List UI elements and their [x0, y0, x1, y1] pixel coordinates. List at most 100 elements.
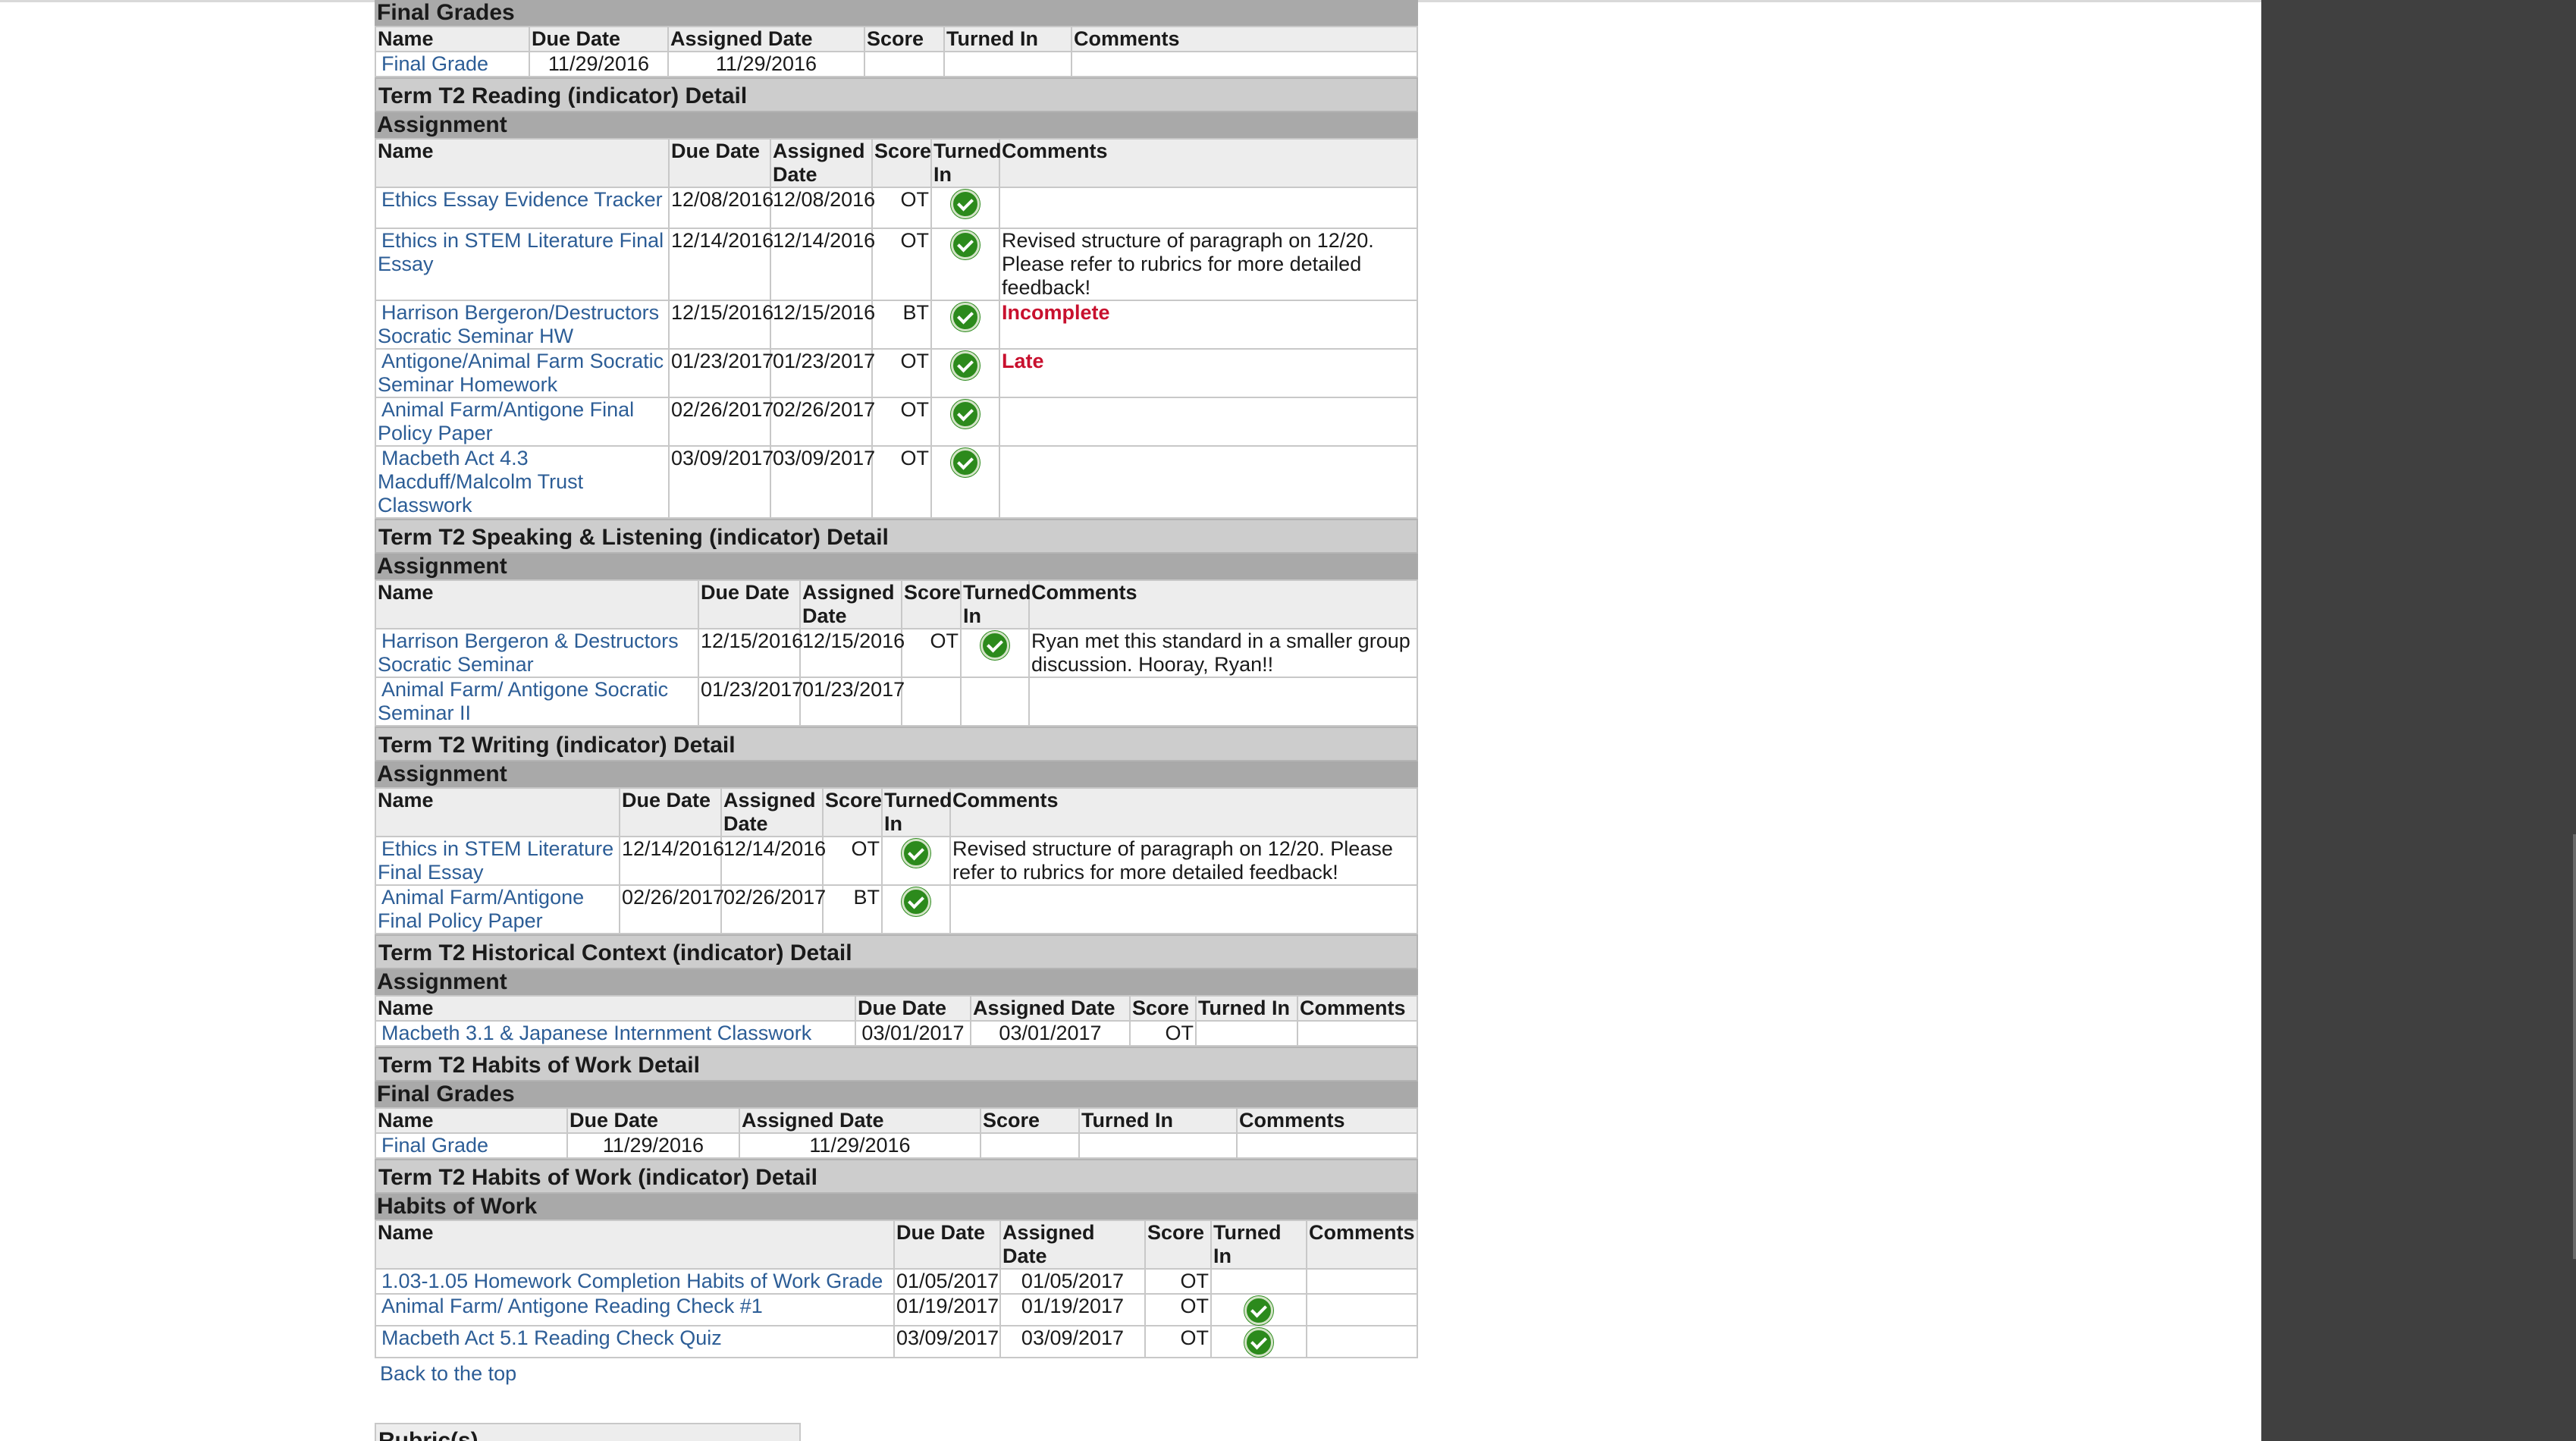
- col-name: Name: [375, 787, 620, 837]
- score: OT: [871, 348, 932, 398]
- table-header-row: Name Due Date Assigned Date Score Turned…: [375, 1107, 1418, 1134]
- comment: [1236, 1132, 1418, 1159]
- table-row: Macbeth 3.1 & Japanese Internment Classw…: [375, 1020, 1418, 1047]
- assigned-date: 11/29/2016: [739, 1132, 981, 1159]
- table-row: 1.03-1.05 Homework Completion Habits of …: [375, 1268, 1418, 1295]
- turned-in: [881, 836, 951, 886]
- due-date: 12/08/2016: [668, 187, 773, 229]
- col-name: Name: [375, 995, 856, 1022]
- assignment-link[interactable]: Harrison Bergeron & Destructors Socratic…: [378, 629, 679, 676]
- due-date: 02/26/2017: [668, 397, 773, 447]
- assigned-date: 11/29/2016: [667, 51, 865, 77]
- col-score: Score: [864, 26, 945, 52]
- col-assigned-date: Assigned Date: [999, 1220, 1146, 1270]
- col-comments: Comments: [1071, 26, 1418, 52]
- due-date: 01/05/2017: [893, 1268, 1001, 1295]
- score: OT: [871, 397, 932, 447]
- due-date: 02/26/2017: [619, 884, 724, 934]
- section-header-writing: Term T2 Writing (indicator) Detail: [375, 727, 1418, 761]
- reading-table: Name Due Date Assigned Date Score Turned…: [375, 138, 1418, 519]
- turned-in: [1210, 1325, 1307, 1358]
- col-assigned-date: Assigned Date: [720, 787, 824, 837]
- assignment-link[interactable]: Final Grade: [378, 52, 488, 75]
- turned-in: [1078, 1132, 1238, 1159]
- assignment-link[interactable]: Animal Farm/Antigone Final Policy Paper: [378, 886, 584, 932]
- assignment-link[interactable]: Ethics in STEM Literature Final Essay: [378, 229, 664, 275]
- assigned-date: 12/14/2016: [720, 836, 826, 886]
- assignment-link[interactable]: Harrison Bergeron/Destructors Socratic S…: [378, 301, 659, 347]
- turned-in: [1195, 1020, 1298, 1047]
- comment: [1306, 1268, 1418, 1295]
- col-due-date: Due Date: [855, 995, 971, 1022]
- assignment-link[interactable]: Final Grade: [378, 1134, 488, 1157]
- comment: [1028, 677, 1418, 727]
- group-header-assignment: Assignment: [375, 554, 1418, 579]
- comment: [1306, 1325, 1418, 1358]
- turned-in: [930, 187, 1000, 229]
- col-name: Name: [375, 1107, 568, 1134]
- assigned-date: 12/08/2016: [770, 187, 875, 229]
- assigned-date: 03/09/2017: [999, 1325, 1146, 1358]
- comment: Ryan met this standard in a smaller grou…: [1028, 628, 1418, 678]
- section-header-historical-context: Term T2 Historical Context (indicator) D…: [375, 934, 1418, 969]
- check-icon: [951, 190, 980, 218]
- assigned-date: 12/14/2016: [770, 228, 875, 301]
- assignment-link[interactable]: Animal Farm/Antigone Final Policy Paper: [378, 398, 634, 444]
- turned-in: [943, 51, 1072, 77]
- assigned-date: 12/15/2016: [770, 300, 875, 350]
- table-row: Animal Farm/Antigone Final Policy Paper …: [375, 397, 1418, 447]
- comment-flag: Incomplete: [999, 300, 1418, 350]
- comment-flag: Late: [999, 348, 1418, 398]
- group-header-assignment: Assignment: [375, 969, 1418, 995]
- check-icon: [981, 631, 1009, 660]
- table-row: Harrison Bergeron/Destructors Socratic S…: [375, 300, 1418, 350]
- section-header-speaking-listening: Term T2 Speaking & Listening (indicator)…: [375, 519, 1418, 554]
- due-date: 03/01/2017: [855, 1020, 971, 1047]
- col-turned-in: Turned In: [1195, 995, 1298, 1022]
- check-icon: [902, 887, 930, 916]
- assignment-link[interactable]: Animal Farm/ Antigone Reading Check #1: [378, 1295, 763, 1317]
- comment: [999, 445, 1418, 519]
- speaking-table: Name Due Date Assigned Date Score Turned…: [375, 579, 1418, 727]
- col-due-date: Due Date: [893, 1220, 1001, 1270]
- assignment-link[interactable]: Macbeth Act 4.3 Macduff/Malcolm Trust Cl…: [378, 447, 583, 516]
- table-row: Macbeth Act 5.1 Reading Check Quiz 03/09…: [375, 1325, 1418, 1358]
- col-score: Score: [1129, 995, 1197, 1022]
- check-icon: [951, 303, 980, 331]
- score: OT: [871, 187, 932, 229]
- score: OT: [1144, 1325, 1212, 1358]
- turned-in: [930, 348, 1000, 398]
- turned-in: [930, 397, 1000, 447]
- back-to-top-link[interactable]: Back to the top: [380, 1362, 516, 1385]
- comment: [1306, 1293, 1418, 1326]
- scrollbar[interactable]: [2573, 834, 2576, 1259]
- col-turned-in: Turned In: [930, 138, 1002, 188]
- comment: [999, 397, 1418, 447]
- final-grades-table: Name Due Date Assigned Date Score Turned…: [375, 26, 1418, 77]
- assignment-link[interactable]: 1.03-1.05 Homework Completion Habits of …: [378, 1270, 883, 1292]
- comment: [1297, 1020, 1418, 1047]
- assignment-link[interactable]: Macbeth 3.1 & Japanese Internment Classw…: [378, 1022, 811, 1044]
- assignment-link[interactable]: Animal Farm/ Antigone Socratic Seminar I…: [378, 678, 668, 724]
- due-date: 01/19/2017: [893, 1293, 1001, 1326]
- score: [901, 677, 962, 727]
- table-row: Ethics Essay Evidence Tracker 12/08/2016…: [375, 187, 1418, 229]
- turned-in: [930, 228, 1000, 301]
- due-date: 12/14/2016: [668, 228, 773, 301]
- col-turned-in: Turned In: [943, 26, 1072, 52]
- col-assigned-date: Assigned Date: [667, 26, 865, 52]
- habits-indicator-table: Name Due Date Assigned Date Score Turned…: [375, 1220, 1418, 1358]
- col-name: Name: [375, 579, 699, 629]
- score: OT: [1144, 1293, 1212, 1326]
- assignment-link[interactable]: Macbeth Act 5.1 Reading Check Quiz: [378, 1326, 722, 1349]
- table-row: Final Grade 11/29/2016 11/29/2016: [375, 1132, 1418, 1159]
- group-header-assignment: Assignment: [375, 112, 1418, 138]
- turned-in: [930, 445, 1000, 519]
- assignment-link[interactable]: Ethics Essay Evidence Tracker: [378, 188, 663, 211]
- table-row: Animal Farm/ Antigone Socratic Seminar I…: [375, 677, 1418, 727]
- table-row: Animal Farm/ Antigone Reading Check #1 0…: [375, 1293, 1418, 1326]
- assigned-date: 03/01/2017: [970, 1020, 1131, 1047]
- assignment-link[interactable]: Ethics in STEM Literature Final Essay: [378, 837, 613, 884]
- assigned-date: 01/19/2017: [999, 1293, 1146, 1326]
- assignment-link[interactable]: Antigone/Animal Farm Socratic Seminar Ho…: [378, 350, 664, 396]
